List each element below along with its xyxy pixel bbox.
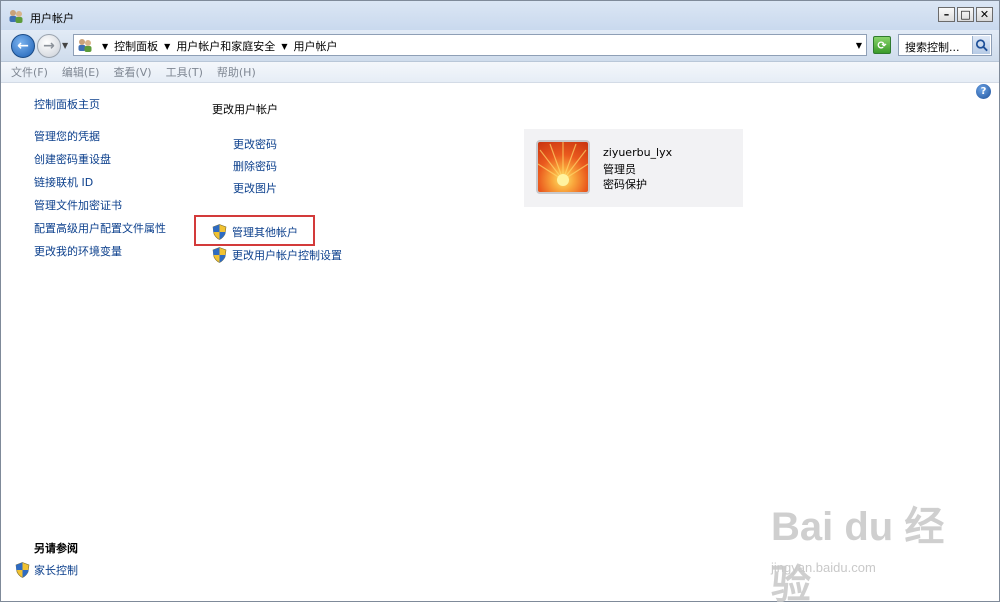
breadcrumb-user-accounts-family[interactable]: 用户帐户和家庭安全 [176,38,275,54]
forward-arrow-icon: → [43,38,55,54]
close-button[interactable]: ✕ [976,7,993,22]
refresh-button[interactable]: ⟳ [873,36,891,54]
menu-tools[interactable]: 工具(T) [166,64,203,80]
see-also-heading: 另请参阅 [34,542,78,555]
forward-button[interactable]: → [37,34,61,58]
window-controls: – □ ✕ [938,7,993,22]
search-icon[interactable] [972,36,990,54]
uac-settings-item[interactable]: 更改用户帐户控制设置 [212,247,342,263]
breadcrumb-control-panel[interactable]: 控制面板 [114,38,158,54]
left-nav-advanced-profile[interactable]: 配置高级用户配置文件属性 [34,220,166,236]
maximize-button[interactable]: □ [957,7,974,22]
left-nav-password-reset-disk[interactable]: 创建密码重设盘 [34,151,111,167]
breadcrumb: ▼ 控制面板 ▼ 用户帐户和家庭安全 ▼ 用户帐户 [98,38,337,54]
menu-edit[interactable]: 编辑(E) [62,64,100,80]
users-icon [78,39,92,52]
address-row: ← → ▼ ▼ 控制面板 ▼ 用户帐户和家庭安全 ▼ 用户帐户 ▼ ⟳ 搜索控制… [1,30,999,62]
password-status: 密码保护 [603,178,647,191]
window: 用户帐户 – □ ✕ ← → ▼ ▼ 控制面板 ▼ 用户帐户和家庭安全 ▼ 用户… [0,0,1000,607]
change-password-link[interactable]: 更改密码 [233,136,277,152]
menu-bar: 文件(F) 编辑(E) 查看(V) 工具(T) 帮助(H) [1,62,999,83]
left-nav-environment-variables[interactable]: 更改我的环境变量 [34,243,122,259]
menu-view[interactable]: 查看(V) [113,64,151,80]
search-input[interactable]: 搜索控制... [898,34,992,56]
recent-pages-dropdown[interactable]: ▼ [62,41,68,50]
breadcrumb-user-accounts[interactable]: 用户帐户 [293,38,337,54]
menu-help[interactable]: 帮助(H) [217,64,256,80]
left-nav-manage-credentials[interactable]: 管理您的凭据 [34,128,100,144]
parental-controls-link[interactable]: 家长控制 [34,562,78,578]
uac-shield-icon [15,562,30,578]
chevron-down-icon[interactable]: ▼ [102,42,108,51]
chevron-down-icon[interactable]: ▼ [164,42,170,51]
uac-shield-icon [212,247,227,263]
change-picture-link[interactable]: 更改图片 [233,180,277,196]
watermark-url: jingyan.baidu.com [771,560,876,575]
help-icon[interactable]: ? [976,84,991,99]
user-role: 管理员 [603,163,636,176]
users-icon [9,10,23,23]
search-placeholder: 搜索控制... [905,41,960,54]
address-bar[interactable]: ▼ 控制面板 ▼ 用户帐户和家庭安全 ▼ 用户帐户 ▼ [73,34,867,56]
remove-password-link[interactable]: 删除密码 [233,158,277,174]
back-button[interactable]: ← [11,34,35,58]
back-arrow-icon: ← [17,38,29,54]
title-bar: 用户帐户 – □ ✕ [1,1,999,30]
left-nav-link-online-id[interactable]: 链接联机 ID [34,174,93,190]
address-history-dropdown[interactable]: ▼ [856,41,862,50]
see-also-parental-controls[interactable]: 家长控制 [15,562,78,578]
left-nav-file-encryption-certs[interactable]: 管理文件加密证书 [34,197,122,213]
uac-settings-link[interactable]: 更改用户帐户控制设置 [232,247,342,263]
page-title: 更改用户帐户 [212,103,278,116]
menu-file[interactable]: 文件(F) [11,64,48,80]
refresh-icon: ⟳ [877,38,887,52]
window-title: 用户帐户 [30,12,74,25]
watermark-logo: Bai du 经验 [771,505,945,607]
user-name: ziyuerbu_lyx [603,146,673,159]
manage-other-accounts-link[interactable]: 管理其他帐户 [232,224,298,240]
flower-picture-icon [538,142,588,186]
avatar[interactable] [536,140,590,194]
baidu-watermark: Bai du 经验 jingyan.baidu.com [771,494,951,607]
uac-shield-icon [212,224,227,240]
manage-other-accounts-item[interactable]: 管理其他帐户 [212,224,298,240]
user-account-card: ziyuerbu_lyx 管理员 密码保护 [524,129,743,207]
left-nav-home[interactable]: 控制面板主页 [34,96,100,112]
minimize-button[interactable]: – [938,7,955,22]
chevron-down-icon[interactable]: ▼ [281,42,287,51]
